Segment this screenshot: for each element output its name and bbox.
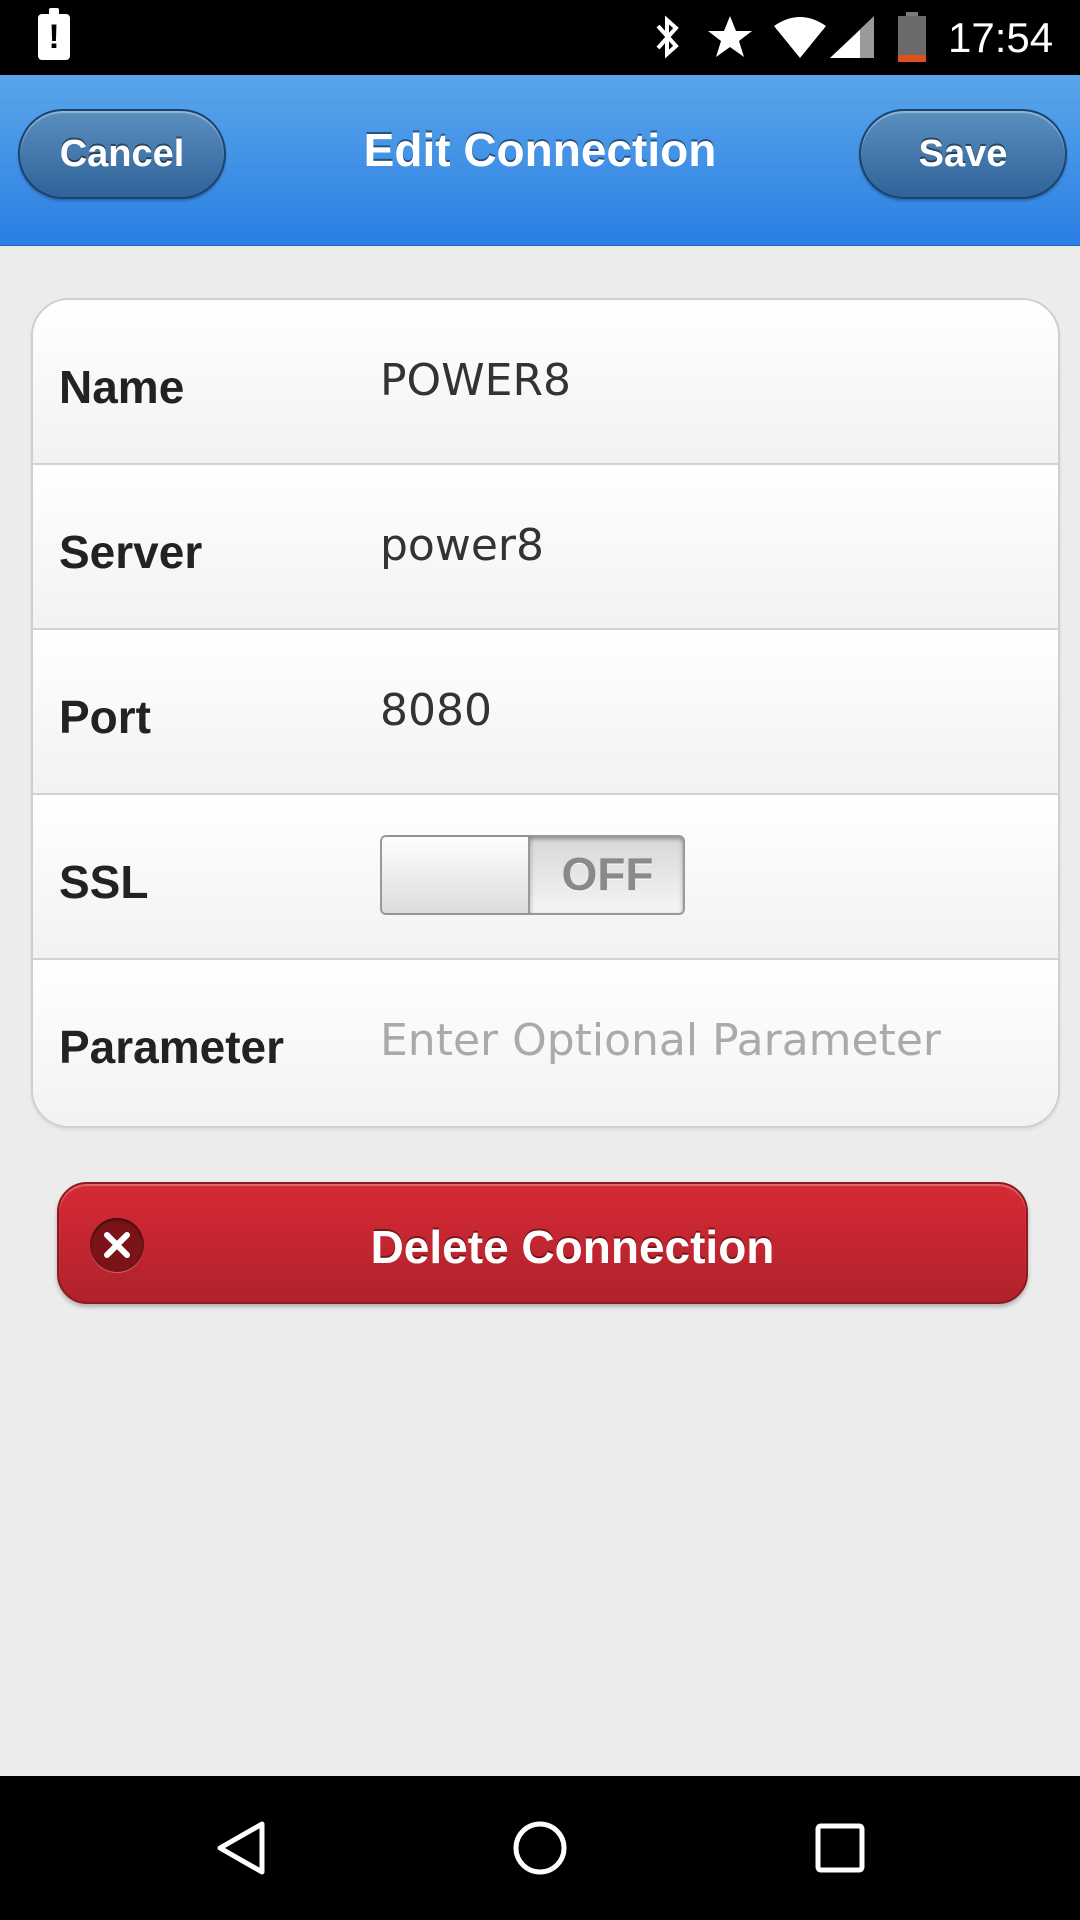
form-row-parameter: Parameter xyxy=(33,960,1058,1126)
form-row-server: Server xyxy=(33,465,1058,630)
home-button[interactable] xyxy=(460,1776,620,1920)
alert-glyph: ! xyxy=(48,18,60,56)
recent-apps-button[interactable] xyxy=(760,1776,920,1920)
form-row-port: Port xyxy=(33,630,1058,795)
ssl-label: SSL xyxy=(59,856,149,908)
status-bar: ! 17:54 xyxy=(0,0,1080,75)
recent-apps-icon xyxy=(815,1823,865,1873)
system-nav-bar xyxy=(0,1776,1080,1920)
delete-connection-label: Delete Connection xyxy=(370,1221,775,1273)
parameter-field[interactable] xyxy=(380,1010,1030,1070)
save-button[interactable]: Save xyxy=(859,109,1067,199)
signal-icon xyxy=(830,16,874,58)
back-icon xyxy=(217,1821,265,1875)
star-icon xyxy=(708,16,752,57)
alert-icon: ! xyxy=(38,8,70,60)
port-field[interactable] xyxy=(380,680,1030,740)
clock: 17:54 xyxy=(948,14,1054,61)
form-row-name: Name xyxy=(33,300,1058,465)
back-button[interactable] xyxy=(160,1776,320,1920)
ssl-toggle-state: OFF xyxy=(561,848,654,900)
server-label: Server xyxy=(59,526,203,578)
app-header: Cancel Edit Connection Save xyxy=(0,75,1080,246)
ssl-toggle[interactable]: OFF xyxy=(380,835,685,915)
server-field[interactable] xyxy=(380,515,1030,575)
home-icon xyxy=(513,1821,567,1875)
battery-icon xyxy=(898,12,926,62)
parameter-label: Parameter xyxy=(59,1021,285,1073)
name-label: Name xyxy=(59,361,185,413)
form-row-ssl: SSL OFF xyxy=(33,795,1058,960)
ssl-toggle-knob[interactable] xyxy=(382,837,530,913)
connection-form: Name Server Port SSL OFF Parameter xyxy=(31,298,1060,1128)
wifi-icon xyxy=(774,17,826,58)
bluetooth-icon xyxy=(656,15,679,59)
port-label: Port xyxy=(59,691,151,743)
delete-connection-button[interactable]: Delete Connection xyxy=(57,1182,1028,1304)
name-field[interactable] xyxy=(380,350,1030,410)
